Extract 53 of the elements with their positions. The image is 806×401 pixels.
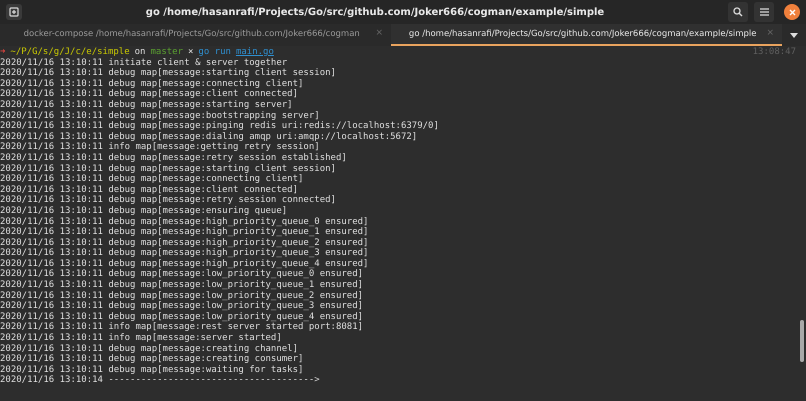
prompt-text: on: [134, 47, 146, 58]
scrollbar-thumb[interactable]: [800, 320, 804, 362]
menu-button[interactable]: [754, 2, 774, 22]
log-line: 2020/11/16 13:10:11 debug map[message:low_priority_queue_0 ensured]: [0, 269, 364, 280]
tab[interactable]: docker-compose /home/hasanrafi/Projects/Go/src/github.com/Joker666/cogman ×: [0, 24, 391, 46]
log-line: 2020/11/16 13:10:11 debug map[message:starting client session]: [0, 68, 336, 79]
log-line: 2020/11/16 13:10:14 -------------------------------------->: [0, 375, 320, 386]
command-argument: main.go: [236, 47, 274, 58]
log-line: 2020/11/16 13:10:11 debug map[message:bootstrapping server]: [0, 110, 320, 121]
log-line: 2020/11/16 13:10:11 debug map[message:starting client session]: [0, 164, 336, 174]
log-line: 2020/11/16 13:10:11 info map[message:server started]: [0, 333, 282, 344]
tab-label: docker-compose /home/hasanrafi/Projects/Go/src/github.com/Joker666/cogman: [22, 28, 361, 40]
log-line: 2020/11/16 13:10:11 debug map[message:dialing amqp uri:amqp://localhost:5672]: [0, 132, 418, 142]
menu-icon: [760, 8, 768, 16]
log-line: 2020/11/16 13:10:11 info map[message:getting retry session]: [0, 142, 320, 153]
log-line: 2020/11/16 13:10:11 debug map[message:waiting for tasks]: [0, 364, 304, 375]
log-line: 2020/11/16 13:10:11 debug map[message:high_priority_queue_4 ensured]: [0, 258, 368, 269]
log-line: 2020/11/16 13:10:11 debug map[message:high_priority_queue_1 ensured]: [0, 227, 368, 238]
prompt-arrow: ➜: [0, 47, 6, 58]
log-line: 2020/11/16 13:10:11 debug map[message:low_priority_queue_4 ensured]: [0, 312, 364, 322]
command-text: go run: [198, 47, 231, 58]
log-line: 2020/11/16 13:10:11 debug map[message:connecting client]: [0, 174, 304, 185]
log-line: 2020/11/16 13:10:11 debug map[message:high_priority_queue_0 ensured]: [0, 216, 368, 226]
new-tab-button[interactable]: [6, 4, 22, 20]
log-line: 2020/11/16 13:10:11 debug map[message:retry session connected]: [0, 195, 336, 206]
log-line: 2020/11/16 13:10:11 debug map[message:pinging redis uri:redis://localhost:6379/0]: [0, 121, 439, 132]
close-button[interactable]: [784, 4, 800, 20]
close-icon: [788, 8, 796, 16]
log-line: 2020/11/16 13:10:11 debug map[message:low_priority_queue_1 ensured]: [0, 280, 364, 291]
tab[interactable]: go /home/hasanrafi/Projects/Go/src/github.com/Joker666/cogman/example/simple ×: [391, 24, 782, 46]
git-branch: master: [150, 47, 183, 58]
log-line: 2020/11/16 13:10:11 debug map[message:client connected]: [0, 184, 298, 195]
log-line: 2020/11/16 13:10:11 debug map[message:connecting client]: [0, 78, 304, 89]
log-line: 2020/11/16 13:10:11 debug map[message:high_priority_queue_2 ensured]: [0, 238, 368, 248]
window-title: go /home/hasanrafi/Projects/Go/src/github.com/Joker666/cogman/example/simple: [146, 6, 604, 20]
search-icon: [733, 7, 743, 17]
log-line: 2020/11/16 13:10:11 debug map[message:creating consumer]: [0, 354, 304, 365]
log-line: 2020/11/16 13:10:11 info map[message:rest server started port:8081]: [0, 322, 364, 333]
terminal-plus-icon: [9, 7, 19, 17]
search-button[interactable]: [728, 2, 748, 22]
log-line: 2020/11/16 13:10:11 debug map[message:client connected]: [0, 89, 298, 100]
log-line: 2020/11/16 13:10:11 debug map[message:low_priority_queue_2 ensured]: [0, 290, 364, 301]
prompt-path: ~/P/G/s/g/J/c/e/simple: [10, 47, 130, 58]
log-line: 2020/11/16 13:10:11 debug map[message:high_priority_queue_3 ensured]: [0, 248, 368, 259]
git-dirty-mark: ×: [188, 47, 194, 58]
dropdown-caret-icon[interactable]: [790, 32, 798, 38]
log-line: 2020/11/16 13:10:11 debug map[message:starting server]: [0, 100, 293, 111]
log-line: 2020/11/16 13:10:11 debug map[message:retry session established]: [0, 152, 347, 164]
tab-label: go /home/hasanrafi/Projects/Go/src/github.com/Joker666/cogman/example/simple: [408, 28, 758, 40]
log-line: 2020/11/16 13:10:11 debug map[message:creating channel]: [0, 344, 298, 354]
log-line: 2020/11/16 13:10:11 debug map[message:low_priority_queue_3 ensured]: [0, 301, 364, 312]
log-line: 2020/11/16 13:10:11 initiate client & server together: [0, 58, 288, 68]
log-line: 2020/11/16 13:10:11 debug map[message:ensuring queue]: [0, 206, 288, 216]
